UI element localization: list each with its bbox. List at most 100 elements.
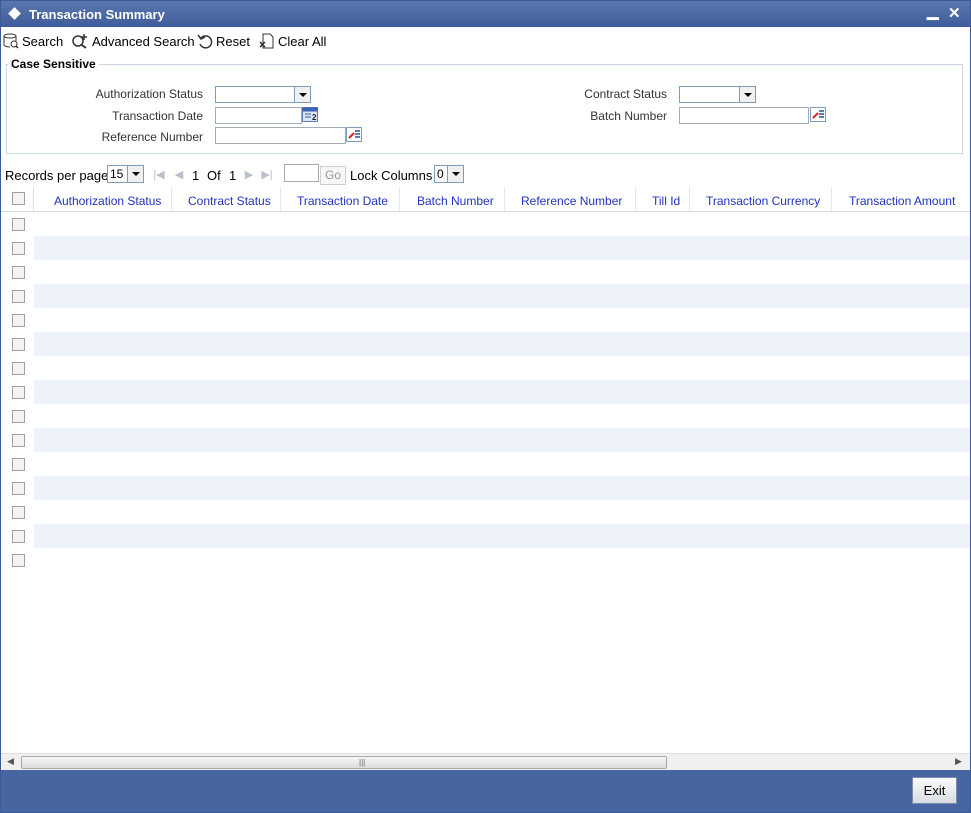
next-page-icon[interactable]: ▶ xyxy=(242,168,256,182)
lock-columns-select[interactable]: 0 xyxy=(434,165,464,183)
table-row[interactable] xyxy=(1,284,970,308)
table-row[interactable] xyxy=(1,404,970,428)
table-row[interactable] xyxy=(1,524,970,548)
column-divider xyxy=(689,187,690,211)
transaction-date-input[interactable] xyxy=(215,107,302,124)
select-all-checkbox[interactable] xyxy=(12,192,25,205)
minimize-icon[interactable]: ▁ xyxy=(927,2,939,20)
row-checkbox[interactable] xyxy=(12,410,25,423)
table-row[interactable] xyxy=(1,236,970,260)
column-divider xyxy=(280,187,281,211)
column-contract-status[interactable]: Contract Status xyxy=(188,194,271,208)
row-cells xyxy=(34,308,970,332)
column-batch-number[interactable]: Batch Number xyxy=(417,194,494,208)
last-page-icon[interactable]: ▶| xyxy=(260,168,274,182)
column-transaction-amount[interactable]: Transaction Amount xyxy=(849,194,955,208)
row-checkbox[interactable] xyxy=(12,242,25,255)
grid-header: Authorization Status Contract Status Tra… xyxy=(1,187,970,212)
grip-icon: ||| xyxy=(359,758,366,767)
total-pages: 1 xyxy=(229,168,237,183)
row-checkbox[interactable] xyxy=(12,434,25,447)
current-page: 1 xyxy=(192,168,200,183)
transaction-date-label: Transaction Date xyxy=(112,109,203,123)
reference-number-input[interactable] xyxy=(215,127,346,144)
chevron-down-icon xyxy=(447,166,463,182)
search-icon xyxy=(3,33,19,49)
row-checkbox[interactable] xyxy=(12,554,25,567)
column-authorization-status[interactable]: Authorization Status xyxy=(54,194,161,208)
table-row[interactable] xyxy=(1,212,970,236)
reset-icon xyxy=(197,34,213,49)
transaction-grid: Authorization Status Contract Status Tra… xyxy=(1,187,970,752)
contract-status-select[interactable] xyxy=(679,86,756,103)
row-checkbox[interactable] xyxy=(12,458,25,471)
column-till-id[interactable]: Till Id xyxy=(652,194,680,208)
table-row[interactable] xyxy=(1,500,970,524)
batch-number-label: Batch Number xyxy=(590,109,667,123)
row-checkbox[interactable] xyxy=(12,290,25,303)
table-row[interactable] xyxy=(1,428,970,452)
row-checkbox[interactable] xyxy=(12,218,25,231)
column-reference-number[interactable]: Reference Number xyxy=(521,194,622,208)
clear-all-button[interactable]: Clear All xyxy=(259,33,326,49)
table-row[interactable] xyxy=(1,260,970,284)
row-checkbox[interactable] xyxy=(12,530,25,543)
svg-text:2: 2 xyxy=(312,113,317,122)
clear-all-label: Clear All xyxy=(278,34,327,49)
row-checkbox[interactable] xyxy=(12,266,25,279)
row-checkbox-cell xyxy=(1,356,34,380)
table-row[interactable] xyxy=(1,452,970,476)
table-row[interactable] xyxy=(1,476,970,500)
column-transaction-currency[interactable]: Transaction Currency xyxy=(706,194,820,208)
row-checkbox-cell xyxy=(1,284,34,308)
row-cells xyxy=(34,452,970,476)
row-cells xyxy=(34,524,970,548)
scroll-left-icon[interactable]: ◀ xyxy=(7,756,14,767)
close-icon[interactable]: ✕ xyxy=(948,4,961,22)
previous-page-icon[interactable]: ◀ xyxy=(172,168,186,182)
row-checkbox-cell xyxy=(1,548,34,572)
column-transaction-date[interactable]: Transaction Date xyxy=(297,194,388,208)
search-button[interactable]: Search xyxy=(3,33,63,49)
row-checkbox[interactable] xyxy=(12,482,25,495)
table-row[interactable] xyxy=(1,356,970,380)
row-checkbox[interactable] xyxy=(12,314,25,327)
authorization-status-select[interactable] xyxy=(215,86,311,103)
row-cells xyxy=(34,356,970,380)
row-checkbox[interactable] xyxy=(12,506,25,519)
row-checkbox-cell xyxy=(1,260,34,284)
go-to-page-input[interactable] xyxy=(284,164,319,182)
calendar-icon[interactable]: 2 xyxy=(302,107,318,122)
column-divider xyxy=(504,187,505,211)
chevron-down-icon xyxy=(739,87,755,102)
records-per-page-value: 15 xyxy=(110,167,124,181)
row-checkbox-cell xyxy=(1,332,34,356)
row-checkbox-cell xyxy=(1,404,34,428)
table-row[interactable] xyxy=(1,380,970,404)
scrollbar-thumb[interactable]: ||| xyxy=(21,756,667,769)
lov-list-icon[interactable] xyxy=(810,107,826,122)
row-checkbox[interactable] xyxy=(12,338,25,351)
exit-button[interactable]: Exit xyxy=(912,777,957,804)
records-per-page-select[interactable]: 15 xyxy=(107,165,144,183)
lov-list-icon[interactable] xyxy=(346,127,362,142)
row-checkbox[interactable] xyxy=(12,362,25,375)
first-page-icon[interactable]: |◀ xyxy=(152,168,166,182)
horizontal-scrollbar[interactable]: ◀ ||| ▶ xyxy=(1,753,970,770)
table-row[interactable] xyxy=(1,548,970,572)
contract-status-label: Contract Status xyxy=(584,87,667,101)
table-row[interactable] xyxy=(1,308,970,332)
advanced-search-button[interactable]: Advanced Search xyxy=(71,33,195,49)
column-divider xyxy=(831,187,832,211)
chevron-down-icon xyxy=(294,87,310,102)
go-button[interactable]: Go xyxy=(320,166,346,185)
reset-button[interactable]: Reset xyxy=(197,33,250,49)
row-checkbox[interactable] xyxy=(12,386,25,399)
scroll-right-icon[interactable]: ▶ xyxy=(955,756,962,767)
footer-bar: Exit xyxy=(1,770,970,812)
table-row[interactable] xyxy=(1,332,970,356)
case-sensitive-legend: Case Sensitive xyxy=(11,57,96,71)
batch-number-input[interactable] xyxy=(679,107,809,124)
authorization-status-label: Authorization Status xyxy=(95,87,203,101)
window-icon xyxy=(8,7,21,20)
